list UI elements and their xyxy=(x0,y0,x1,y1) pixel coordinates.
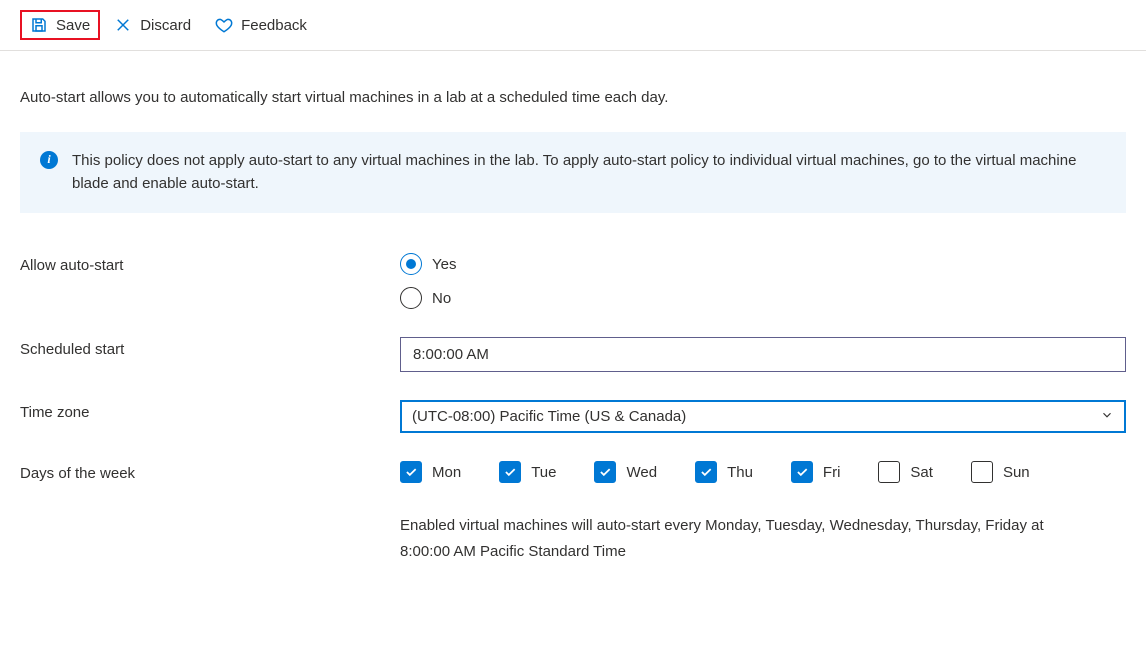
day-checkbox-thu[interactable]: Thu xyxy=(695,461,753,483)
time-zone-select[interactable]: (UTC-08:00) Pacific Time (US & Canada) xyxy=(400,400,1126,433)
day-label: Thu xyxy=(727,464,753,481)
feedback-label: Feedback xyxy=(241,17,307,34)
row-allow-auto-start: Allow auto-start Yes No xyxy=(20,253,1126,309)
close-icon xyxy=(114,16,132,34)
summary-text: Enabled virtual machines will auto-start… xyxy=(400,513,1080,564)
day-checkbox-tue[interactable]: Tue xyxy=(499,461,556,483)
label-time-zone: Time zone xyxy=(20,400,400,421)
label-days: Days of the week xyxy=(20,461,400,482)
time-zone-value: (UTC-08:00) Pacific Time (US & Canada) xyxy=(412,408,686,425)
day-label: Fri xyxy=(823,464,841,481)
day-label: Sat xyxy=(910,464,933,481)
day-checkbox-mon[interactable]: Mon xyxy=(400,461,461,483)
info-icon: i xyxy=(40,150,58,195)
day-label: Sun xyxy=(1003,464,1030,481)
discard-label: Discard xyxy=(140,17,191,34)
row-days: Days of the week Mon Tue Wed Thu Fri Sat Sun xyxy=(20,461,1126,483)
scheduled-start-input[interactable] xyxy=(400,337,1126,372)
radio-icon xyxy=(400,287,422,309)
discard-button[interactable]: Discard xyxy=(104,10,201,40)
content-area: Auto-start allows you to automatically s… xyxy=(0,51,1146,604)
day-checkbox-sat[interactable]: Sat xyxy=(878,461,933,483)
checkbox-icon xyxy=(400,461,422,483)
checkbox-icon xyxy=(499,461,521,483)
heart-icon xyxy=(215,16,233,34)
chevron-down-icon xyxy=(1100,408,1114,425)
radio-yes[interactable]: Yes xyxy=(400,253,1126,275)
checkbox-icon xyxy=(878,461,900,483)
day-checkbox-sun[interactable]: Sun xyxy=(971,461,1030,483)
save-label: Save xyxy=(56,17,90,34)
checkbox-icon xyxy=(695,461,717,483)
day-checkbox-wed[interactable]: Wed xyxy=(594,461,657,483)
toolbar: Save Discard Feedback xyxy=(0,0,1146,51)
info-box: i This policy does not apply auto-start … xyxy=(20,132,1126,213)
radio-no[interactable]: No xyxy=(400,287,1126,309)
checkbox-icon xyxy=(971,461,993,483)
label-scheduled-start: Scheduled start xyxy=(20,337,400,358)
radio-icon xyxy=(400,253,422,275)
day-label: Wed xyxy=(626,464,657,481)
label-allow-auto-start: Allow auto-start xyxy=(20,253,400,274)
day-checkbox-fri[interactable]: Fri xyxy=(791,461,841,483)
radio-yes-label: Yes xyxy=(432,256,456,273)
day-label: Mon xyxy=(432,464,461,481)
intro-text: Auto-start allows you to automatically s… xyxy=(20,89,1126,106)
feedback-button[interactable]: Feedback xyxy=(205,10,317,40)
save-button[interactable]: Save xyxy=(20,10,100,40)
radio-no-label: No xyxy=(432,290,451,307)
row-scheduled-start: Scheduled start xyxy=(20,337,1126,372)
checkbox-icon xyxy=(594,461,616,483)
day-label: Tue xyxy=(531,464,556,481)
info-text: This policy does not apply auto-start to… xyxy=(72,150,1106,195)
row-time-zone: Time zone (UTC-08:00) Pacific Time (US &… xyxy=(20,400,1126,433)
save-icon xyxy=(30,16,48,34)
checkbox-icon xyxy=(791,461,813,483)
